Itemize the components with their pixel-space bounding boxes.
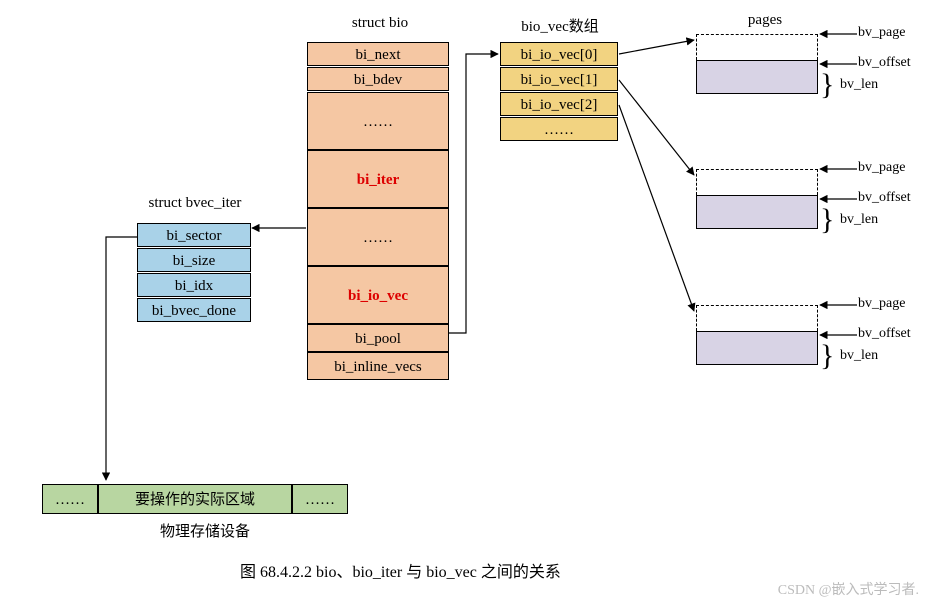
- bio-bi-iter: bi_iter: [307, 150, 449, 208]
- p2-bv-len: bv_len: [840, 212, 878, 228]
- p3-bv-page: bv_page: [858, 296, 905, 312]
- bvec-bi-bvec-done: bi_bvec_done: [137, 298, 251, 322]
- biovec-1: bi_io_vec[1]: [500, 67, 618, 91]
- p3-bv-len: bv_len: [840, 348, 878, 364]
- storage-left: ……: [42, 484, 98, 514]
- title-struct-bvec-iter: struct bvec_iter: [130, 195, 260, 212]
- p2-bv-offset: bv_offset: [858, 190, 911, 206]
- bvec-bi-sector: bi_sector: [137, 223, 251, 247]
- biovec-ellipsis: ……: [500, 117, 618, 141]
- page-2: [696, 169, 818, 229]
- bio-ellipsis2: ……: [307, 208, 449, 266]
- bio-bi-pool: bi_pool: [307, 324, 449, 352]
- title-pages: pages: [735, 12, 795, 29]
- bio-bi-bdev: bi_bdev: [307, 67, 449, 91]
- p3-bv-offset: bv_offset: [858, 326, 911, 342]
- bio-ellipsis1: ……: [307, 92, 449, 150]
- p2-brace: }: [820, 205, 834, 235]
- p1-bv-len: bv_len: [840, 77, 878, 93]
- storage-right: ……: [292, 484, 348, 514]
- biovec-0: bi_io_vec[0]: [500, 42, 618, 66]
- title-bio-vec-array: bio_vec数组: [510, 15, 610, 36]
- p3-brace: }: [820, 341, 834, 371]
- p1-bv-page: bv_page: [858, 25, 905, 41]
- p2-bv-page: bv_page: [858, 160, 905, 176]
- page-1: [696, 34, 818, 94]
- biovec-2: bi_io_vec[2]: [500, 92, 618, 116]
- p1-bv-offset: bv_offset: [858, 55, 911, 71]
- storage-center: 要操作的实际区域: [98, 484, 292, 514]
- bio-bi-inline-vecs: bi_inline_vecs: [307, 352, 449, 380]
- bio-bi-next: bi_next: [307, 42, 449, 66]
- figure-caption: 图 68.4.2.2 bio、bio_iter 与 bio_vec 之间的关系: [240, 558, 561, 582]
- bvec-bi-idx: bi_idx: [137, 273, 251, 297]
- storage-label: 物理存储设备: [145, 520, 265, 541]
- p1-brace: }: [820, 70, 834, 100]
- page-3: [696, 305, 818, 365]
- bio-bi-io-vec: bi_io_vec: [307, 266, 449, 324]
- title-struct-bio: struct bio: [330, 15, 430, 32]
- watermark: CSDN @嵌入式学习者.: [778, 579, 919, 599]
- bvec-bi-size: bi_size: [137, 248, 251, 272]
